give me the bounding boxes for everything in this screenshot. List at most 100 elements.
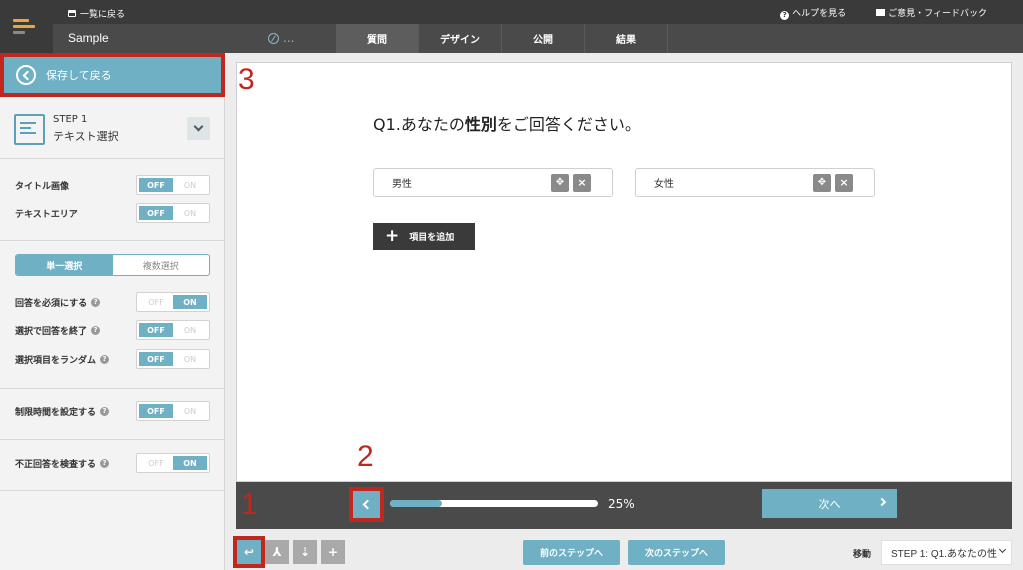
random-label: 選択項目をランダム [15,355,97,366]
toggle-on: ON [183,180,197,190]
save-and-back-label: 保存して戻る [46,69,112,82]
toggle-off: OFF [148,458,164,468]
save-and-back-button[interactable]: 保存して戻る [0,53,225,97]
help-link[interactable]: ? ヘルプを見る [780,6,846,20]
help-icon[interactable]: ? [100,458,110,468]
toggle-off: OFF [139,404,173,418]
option-fraud-check: 不正回答を検査する? OFF ON [15,453,215,473]
annotation-1: 1 [241,488,258,521]
time-limit-toggle[interactable]: OFF ON [136,401,210,421]
step-selector: STEP 1 テキスト選択 [0,97,224,159]
next-button[interactable]: 次へ [762,489,897,518]
next-label: 次へ [818,497,841,511]
plus-icon: + [385,226,400,246]
app-logo-icon[interactable] [0,0,53,53]
end-on-select-label: 選択で回答を終了 [15,326,88,337]
insert-button[interactable]: ⇣ [293,540,317,564]
next-step-button[interactable]: 次のステップへ [628,540,725,565]
progress-bar [390,500,598,507]
survey-title: Sample [68,31,109,45]
divider [0,439,224,440]
tab-publish[interactable]: 公開 [502,24,585,53]
toggle-on: ON [183,354,197,364]
toggle-on: ON [173,295,207,309]
back-to-list-label: 一覧に戻る [80,10,126,20]
title-image-toggle[interactable]: OFF ON [136,175,210,195]
divider [0,490,224,491]
prev-button[interactable] [349,487,384,522]
single-select-option[interactable]: 単一選択 [16,255,113,275]
required-toggle[interactable]: OFF ON [136,292,210,312]
question-text[interactable]: Q1.あなたの性別をご回答ください。 [373,111,641,135]
toggle-on: ON [173,456,207,470]
option-text-area: テキストエリア OFF ON [15,203,215,223]
random-toggle[interactable]: OFF ON [136,349,210,369]
add-item-button[interactable]: + 項目を追加 [373,223,475,250]
plus-icon: + [327,545,339,559]
end-on-select-toggle[interactable]: OFF ON [136,320,210,340]
multi-select-option[interactable]: 複数選択 [113,255,210,275]
annotation-3: 3 [238,63,255,96]
help-icon: ? [780,11,790,20]
move-icon[interactable]: ✥ [813,174,831,192]
fraud-check-toggle[interactable]: OFF ON [136,453,210,473]
back-to-list-link[interactable]: 一覧に戻る [68,7,125,20]
add-step-button[interactable]: + [321,540,345,564]
logic-button[interactable]: ↩ [233,536,265,568]
feedback-label: ご意見・フィードバック [888,9,987,19]
return-icon: ↩ [243,545,255,559]
time-limit-label: 制限時間を設定する [15,407,97,418]
question-prefix: Q1.あなたの [373,115,465,134]
insert-icon: ⇣ [299,545,311,559]
choice-item[interactable]: 女性 ✥ × [635,168,875,197]
pencil-icon [268,32,279,44]
branch-button[interactable]: ⅄ [265,540,289,564]
add-item-label: 項目を追加 [409,233,455,243]
move-icon[interactable]: ✥ [551,174,569,192]
toggle-off: OFF [139,323,173,337]
choice-label: 男性 [392,179,412,190]
branch-icon: ⅄ [272,545,282,559]
progress-fill [390,500,442,507]
move-select-value: STEP 1: Q1.あなたの性 [891,549,997,560]
help-icon[interactable]: ? [100,406,110,416]
progress-text: 25% [608,497,635,511]
option-end-on-select: 選択で回答を終了? OFF ON [15,320,215,340]
question-bold: 性別 [464,115,497,134]
move-select[interactable]: STEP 1: Q1.あなたの性 [881,540,1012,565]
tab-question[interactable]: 質問 [336,24,419,53]
required-label: 回答を必須にする [15,298,88,309]
toggle-off: OFF [148,297,164,307]
step-number: STEP 1 [53,114,88,125]
option-required: 回答を必須にする? OFF ON [15,292,215,312]
text-area-toggle[interactable]: OFF ON [136,203,210,223]
question-suffix: をご回答ください。 [496,115,641,134]
sidebar: 保存して戻る STEP 1 テキスト選択 タイトル画像 OFF ON テキストエリ… [0,53,225,570]
list-icon [68,10,76,17]
help-icon[interactable]: ? [100,354,110,364]
choice-item[interactable]: 男性 ✥ × [373,168,613,197]
option-random: 選択項目をランダム? OFF ON [15,349,215,369]
feedback-link[interactable]: ご意見・フィードバック [876,6,987,20]
chat-icon [876,9,886,16]
edit-title-button[interactable]: ... [268,31,294,45]
close-icon[interactable]: × [835,174,853,192]
top-bar: 一覧に戻る Sample ... 質問 デザイン 公開 結果 ? ヘルプを見る ご… [0,0,1023,53]
text-select-icon [14,114,45,145]
close-icon[interactable]: × [573,174,591,192]
chevron-right-icon [877,497,887,507]
move-label: 移動 [853,550,872,560]
toggle-on: ON [183,406,197,416]
prev-step-button[interactable]: 前のステップへ [523,540,620,565]
top-links: ? ヘルプを見る ご意見・フィードバック [780,6,987,20]
option-time-limit: 制限時間を設定する? OFF ON [15,401,215,421]
step-dropdown-button[interactable] [187,117,210,140]
help-icon[interactable]: ? [91,297,101,307]
tab-results[interactable]: 結果 [585,24,668,53]
help-icon[interactable]: ? [91,325,101,335]
chevron-down-icon [998,545,1007,554]
tab-design[interactable]: デザイン [419,24,502,53]
toggle-off: OFF [139,352,173,366]
main-tabs: 質問 デザイン 公開 結果 [336,24,668,53]
divider [0,388,224,389]
